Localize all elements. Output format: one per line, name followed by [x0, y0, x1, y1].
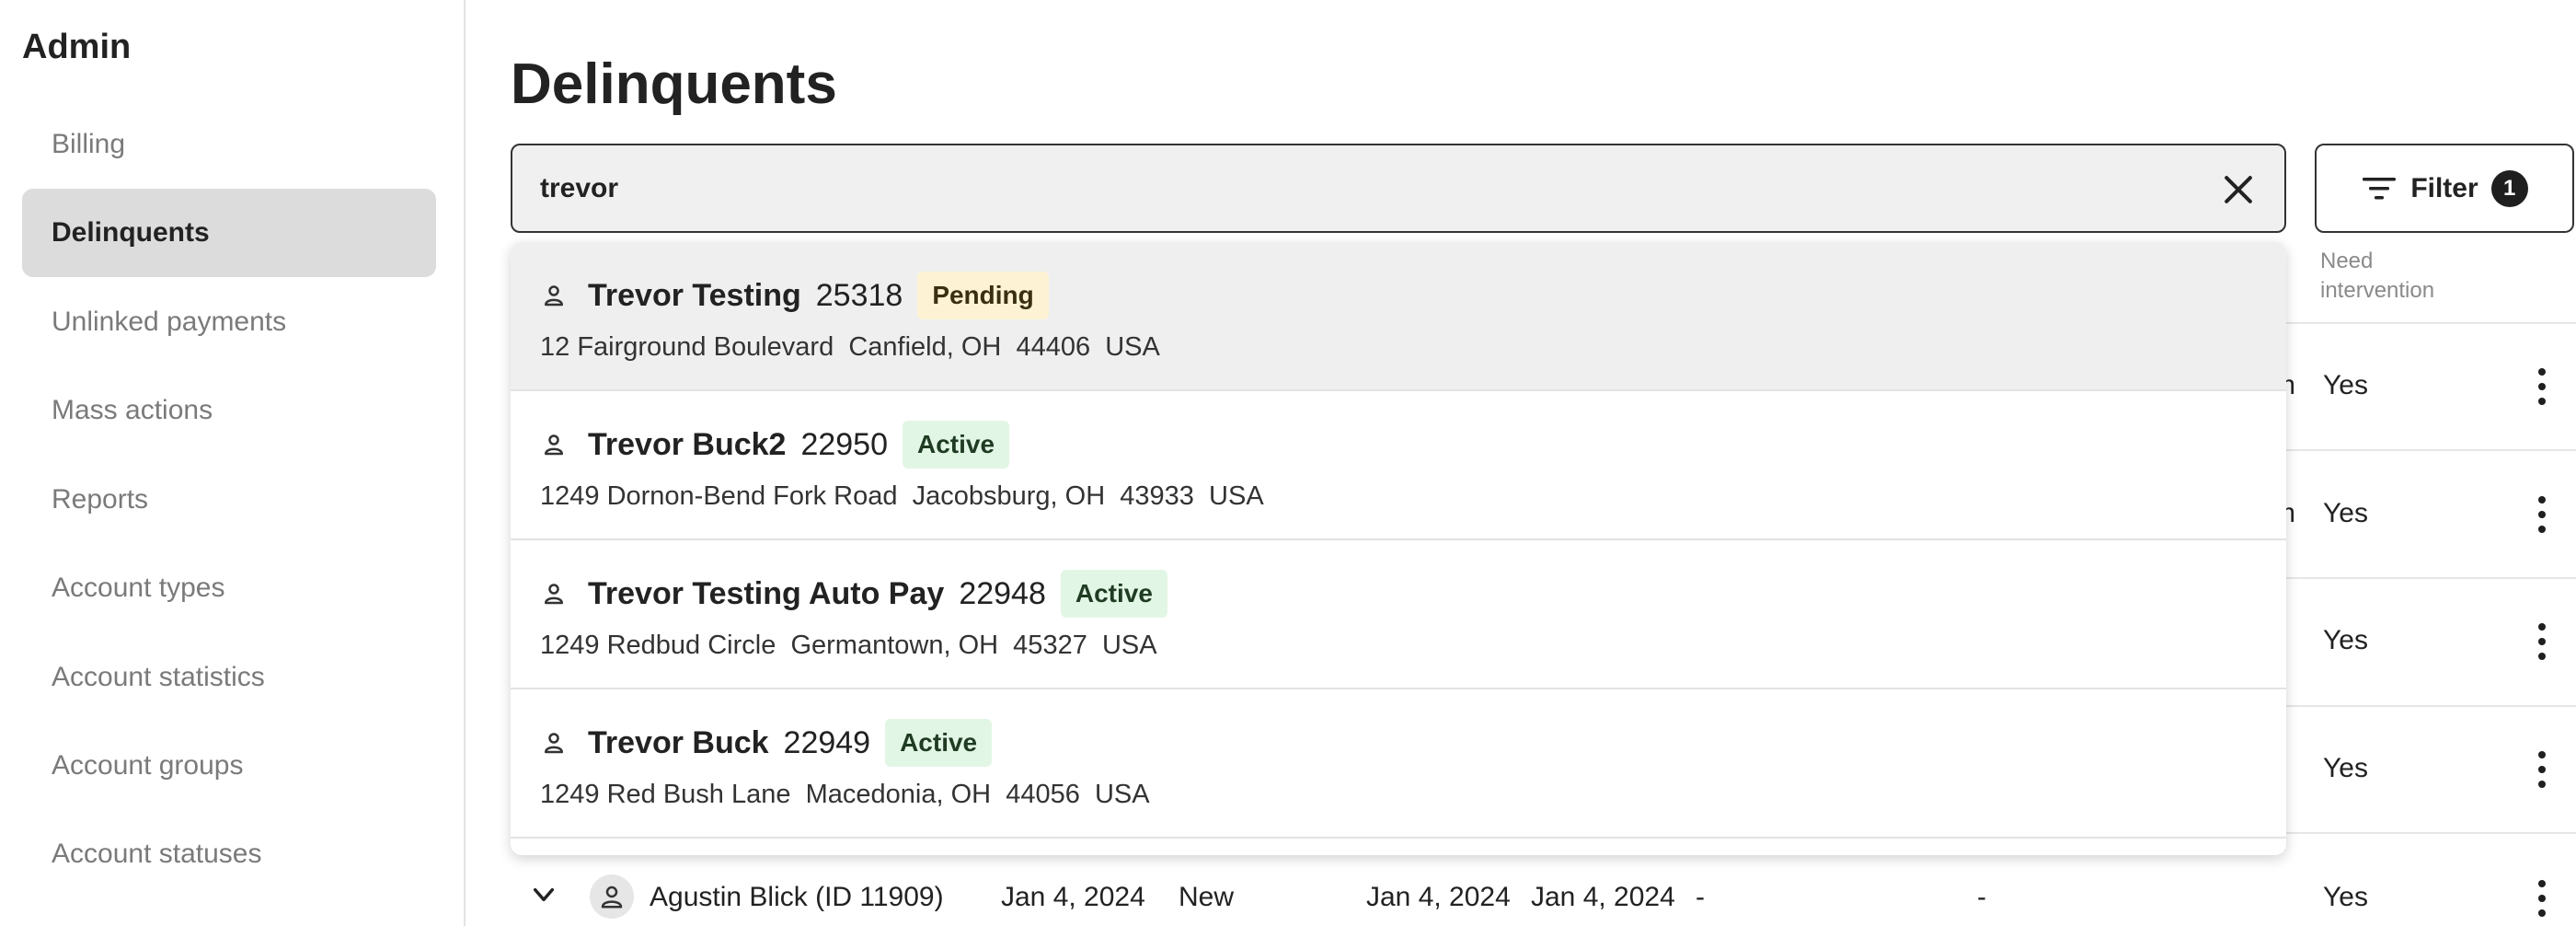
search-result-item[interactable]: Trevor Testing 25318 Pending 12 Fairgrou…	[511, 242, 2286, 391]
result-id: 22948	[959, 575, 1046, 611]
table-cell-empty: -	[1977, 882, 1986, 912]
result-name: Trevor Testing	[588, 277, 801, 313]
filter-icon	[2363, 177, 2397, 199]
page-title: Delinquents	[511, 52, 837, 116]
sidebar-item-account-groups[interactable]: Account groups	[22, 722, 436, 810]
search-input-value[interactable]: trevor	[540, 173, 618, 204]
result-id: 22950	[800, 426, 888, 462]
person-icon	[545, 434, 563, 456]
status-badge: Active	[903, 421, 1010, 469]
result-address: 12 Fairground Boulevard Canfield, OH 444…	[540, 332, 1160, 362]
column-header-need-intervention[interactable]: Need intervention	[2320, 247, 2504, 306]
table-cell-need-intervention: Yes	[2323, 753, 2368, 783]
table-cell-need-intervention: Yes	[2323, 882, 2368, 912]
sidebar-item-mass-actions[interactable]: Mass actions	[22, 366, 436, 455]
result-name: Trevor Buck	[588, 724, 769, 760]
person-icon	[601, 885, 623, 909]
sidebar-item-reports[interactable]: Reports	[22, 456, 436, 544]
filter-button[interactable]: Filter 1	[2315, 144, 2574, 233]
person-icon	[545, 584, 563, 605]
sidebar-item-billing[interactable]: Billing	[22, 100, 436, 189]
status-badge: Active	[1060, 570, 1167, 618]
chevron-down-icon[interactable]	[529, 880, 558, 909]
table-cell-need-intervention: Yes	[2323, 370, 2368, 400]
result-name: Trevor Testing Auto Pay	[588, 575, 945, 611]
more-options-icon[interactable]	[2528, 749, 2556, 790]
search-results-dropdown: Trevor Testing 25318 Pending 12 Fairgrou…	[511, 242, 2286, 855]
result-address: 1249 Dornon-Bend Fork Road Jacobsburg, O…	[540, 481, 1264, 511]
person-icon	[545, 733, 563, 754]
column-header-need-intervention-line1: Need	[2320, 249, 2374, 273]
search-result-item[interactable]: Trevor Buck 22949 Active 1249 Red Bush L…	[511, 689, 2286, 839]
sidebar-item-delinquents[interactable]: Delinquents	[22, 189, 436, 277]
sidebar-item-account-statistics[interactable]: Account statistics	[22, 633, 436, 722]
table-cell-date: Jan 4, 2024	[1366, 882, 1511, 912]
result-address: 1249 Redbud Circle Germantown, OH 45327 …	[540, 631, 1157, 660]
table-cell-name[interactable]: Agustin Blick (ID 11909)	[650, 882, 944, 913]
sidebar-item-unlinked-payments[interactable]: Unlinked payments	[22, 278, 436, 366]
more-options-icon[interactable]	[2528, 366, 2556, 407]
result-address: 1249 Red Bush Lane Macedonia, OH 44056 U…	[540, 780, 1150, 809]
sidebar-item-account-statuses[interactable]: Account statuses	[22, 810, 436, 898]
result-name: Trevor Buck2	[588, 426, 787, 462]
status-badge: Pending	[917, 272, 1049, 319]
more-options-icon[interactable]	[2528, 878, 2556, 919]
more-options-icon[interactable]	[2528, 494, 2556, 535]
search-input[interactable]: trevor	[511, 144, 2286, 233]
filter-label: Filter	[2410, 172, 2478, 203]
sidebar-item-account-types[interactable]: Account types	[22, 544, 436, 632]
status-badge: Active	[885, 719, 993, 767]
search-result-item[interactable]: Trevor Buck2 22950 Active 1249 Dornon-Be…	[511, 391, 2286, 540]
avatar	[590, 874, 634, 919]
sidebar: Admin Billing Delinquents Unlinked payme…	[0, 0, 466, 926]
table-cell-need-intervention: Yes	[2323, 625, 2368, 655]
column-header-need-intervention-line2: intervention	[2320, 278, 2435, 303]
table-cell-status: New	[1179, 882, 1235, 912]
more-options-icon[interactable]	[2528, 621, 2556, 662]
table-cell-empty: -	[1696, 882, 1705, 912]
result-id: 25318	[815, 277, 903, 313]
person-icon	[545, 285, 563, 307]
table-cell-date: Jan 4, 2024	[1531, 882, 1675, 912]
sidebar-title: Admin	[22, 28, 132, 66]
filter-count-badge: 1	[2490, 169, 2528, 207]
table-cell-need-intervention: Yes	[2323, 498, 2368, 528]
table-cell-date: Jan 4, 2024	[1001, 882, 1145, 912]
search-result-item[interactable]: Trevor Testing Auto Pay 22948 Active 124…	[511, 540, 2286, 689]
result-id: 22949	[783, 724, 871, 760]
close-icon[interactable]	[2218, 169, 2259, 210]
